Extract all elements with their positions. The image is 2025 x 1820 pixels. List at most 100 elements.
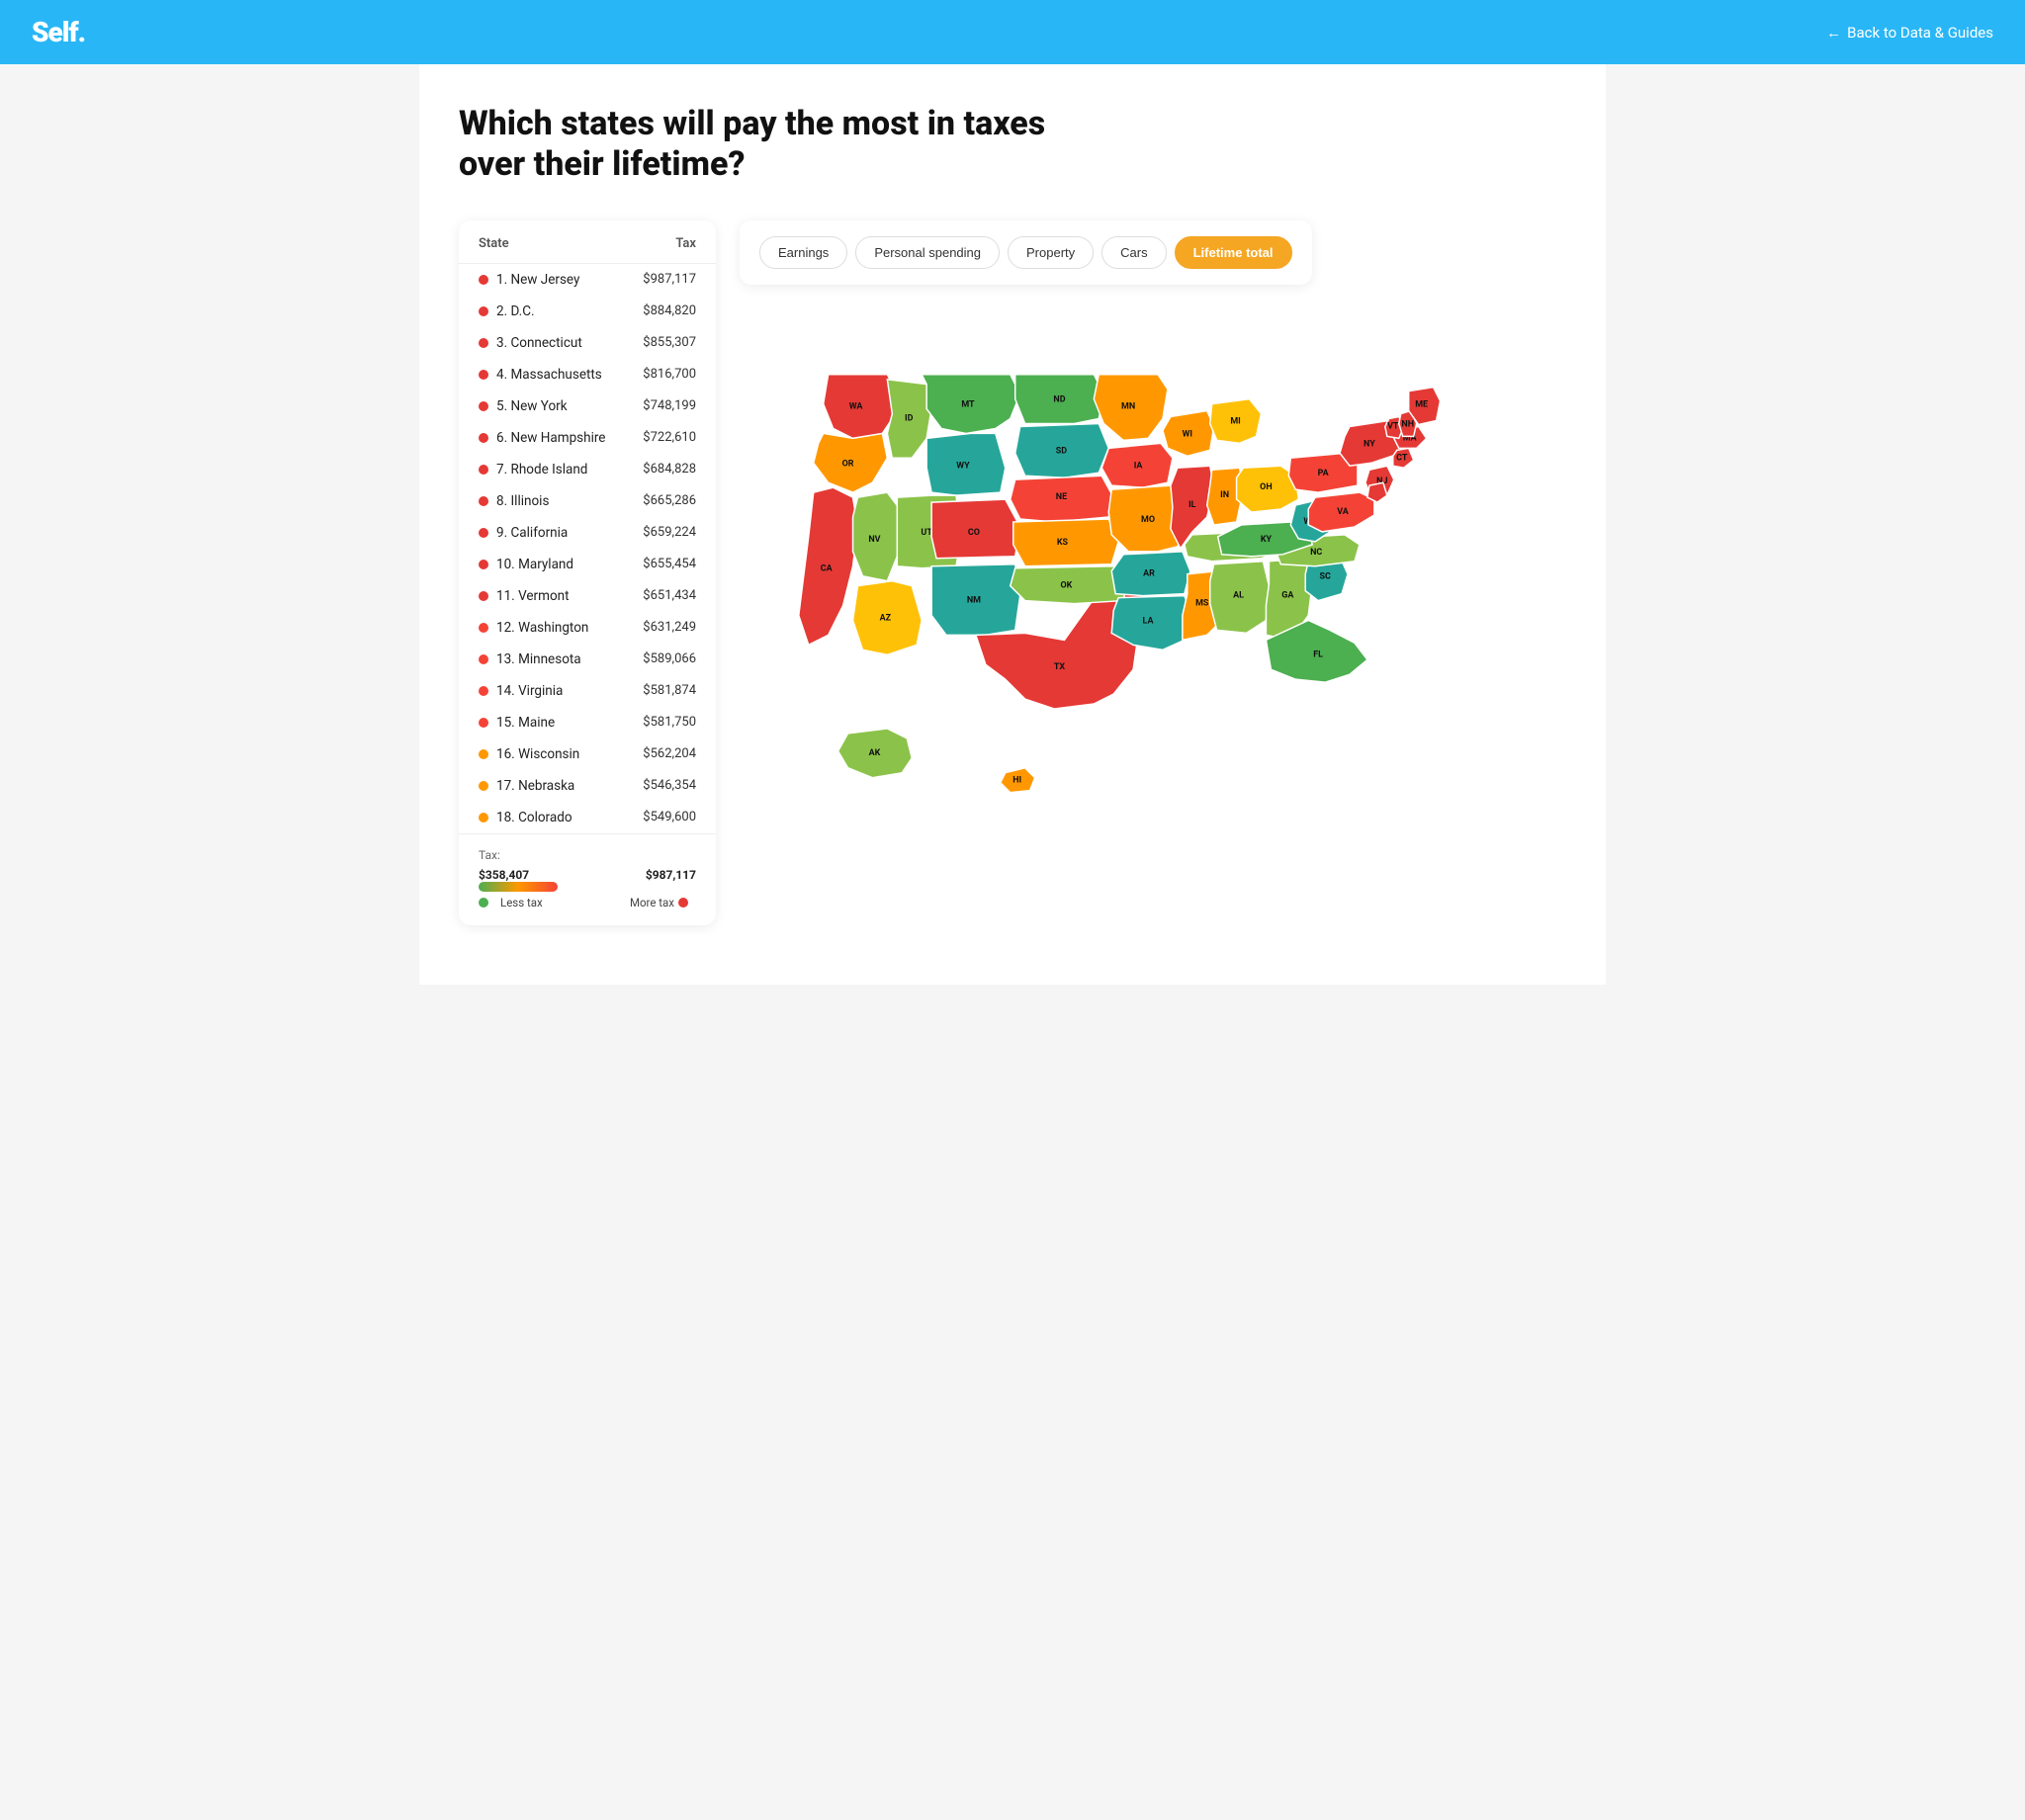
tab-cars[interactable]: Cars <box>1101 236 1166 269</box>
sidebar-item[interactable]: 14. Virginia $581,874 <box>459 675 716 707</box>
tab-personal_spending[interactable]: Personal spending <box>855 236 1000 269</box>
tab-earnings[interactable]: Earnings <box>759 236 847 269</box>
state-name: 9. California <box>496 525 643 541</box>
state-ar[interactable] <box>1111 551 1190 595</box>
sidebar-item[interactable]: 5. New York $748,199 <box>459 390 716 422</box>
tax-value: $748,199 <box>643 398 696 413</box>
tab-property[interactable]: Property <box>1008 236 1094 269</box>
tax-value: $581,750 <box>643 715 696 730</box>
tax-value: $546,354 <box>643 778 696 793</box>
state-name: 6. New Hampshire <box>496 430 643 446</box>
tax-value: $631,249 <box>643 620 696 635</box>
state-mt[interactable] <box>922 374 1020 433</box>
state-nv[interactable] <box>853 492 903 581</box>
state-mn[interactable] <box>1094 374 1168 440</box>
rank-dot <box>479 528 488 538</box>
sidebar-item[interactable]: 11. Vermont $651,434 <box>459 580 716 612</box>
rank-dot <box>479 370 488 380</box>
state-name: 12. Washington <box>496 620 643 636</box>
state-wa[interactable] <box>824 374 898 438</box>
sidebar-list: 1. New Jersey $987,117 2. D.C. $884,820 … <box>459 264 716 833</box>
state-name: 10. Maryland <box>496 557 643 572</box>
legend-dot-row: Less tax More tax <box>479 896 696 910</box>
rank-dot <box>479 654 488 664</box>
header: Self. ← Back to Data & Guides <box>0 0 2025 64</box>
state-name: 17. Nebraska <box>496 778 643 794</box>
state-mi[interactable] <box>1210 398 1262 443</box>
rank-dot <box>479 306 488 316</box>
state-md-de[interactable] <box>1367 482 1387 502</box>
page-title: Which states will pay the most in taxes … <box>459 104 1052 185</box>
sidebar-item[interactable]: 6. New Hampshire $722,610 <box>459 422 716 454</box>
logo: Self. <box>32 16 85 48</box>
sidebar-item[interactable]: 9. California $659,224 <box>459 517 716 549</box>
back-link[interactable]: ← Back to Data & Guides <box>1826 24 1993 42</box>
rank-dot <box>479 813 488 823</box>
state-wy[interactable] <box>926 433 1006 495</box>
sidebar-item[interactable]: 2. D.C. $884,820 <box>459 296 716 327</box>
sidebar-item[interactable]: 15. Maine $581,750 <box>459 707 716 738</box>
state-co[interactable] <box>931 499 1020 559</box>
state-ne[interactable] <box>1011 476 1113 522</box>
state-ct[interactable] <box>1393 448 1414 468</box>
map-area: EarningsPersonal spendingPropertyCars Lif… <box>740 220 1566 925</box>
tax-value: $659,224 <box>643 525 696 540</box>
state-name: 7. Rhode Island <box>496 462 643 477</box>
state-nm[interactable] <box>931 563 1020 635</box>
rank-dot <box>479 401 488 411</box>
more-tax-dot <box>678 898 688 908</box>
state-name: 13. Minnesota <box>496 651 643 667</box>
tax-value: $549,600 <box>643 810 696 824</box>
tax-value: $884,820 <box>643 303 696 318</box>
state-ks[interactable] <box>1013 519 1118 566</box>
sidebar-item[interactable]: 4. Massachusetts $816,700 <box>459 359 716 390</box>
sidebar-item[interactable]: 3. Connecticut $855,307 <box>459 327 716 359</box>
state-az[interactable] <box>853 580 923 654</box>
rank-dot <box>479 433 488 443</box>
state-nd[interactable] <box>1015 374 1104 423</box>
more-tax-label: More tax <box>630 896 674 910</box>
sidebar-item[interactable]: 12. Washington $631,249 <box>459 612 716 644</box>
state-ak[interactable] <box>838 729 913 778</box>
sidebar-item[interactable]: 1. New Jersey $987,117 <box>459 264 716 296</box>
rank-dot <box>479 718 488 728</box>
tax-value: $562,204 <box>643 746 696 761</box>
sidebar-item[interactable]: 16. Wisconsin $562,204 <box>459 738 716 770</box>
tab-lifetime_total[interactable]: Lifetime total <box>1175 236 1292 269</box>
less-tax-label: Less tax <box>500 896 543 910</box>
sidebar-header: State Tax <box>459 236 716 264</box>
state-ia[interactable] <box>1101 443 1173 487</box>
sidebar-item[interactable]: 8. Illinois $665,286 <box>459 485 716 517</box>
state-name: 4. Massachusetts <box>496 367 643 383</box>
rank-dot <box>479 623 488 633</box>
tax-value: $651,434 <box>643 588 696 603</box>
tax-value: $722,610 <box>643 430 696 445</box>
state-id[interactable] <box>887 379 931 458</box>
rank-dot <box>479 591 488 601</box>
sidebar-item[interactable]: 17. Nebraska $546,354 <box>459 770 716 802</box>
state-or[interactable] <box>814 433 888 492</box>
state-hi[interactable] <box>1001 767 1035 792</box>
state-sd[interactable] <box>1015 423 1109 477</box>
rank-dot <box>479 781 488 791</box>
legend-min: $358,407 <box>479 868 529 882</box>
legend-max: $987,117 <box>646 868 696 882</box>
rank-dot <box>479 496 488 506</box>
us-map: WA OR CA ID NV AZ <box>759 320 1546 813</box>
state-ca[interactable] <box>799 487 858 645</box>
rank-dot <box>479 465 488 475</box>
state-name: 14. Virginia <box>496 683 643 699</box>
tax-value: $581,874 <box>643 683 696 698</box>
state-ok[interactable] <box>1011 565 1128 603</box>
rank-dot <box>479 338 488 348</box>
state-al[interactable] <box>1210 561 1270 633</box>
tax-value: $655,454 <box>643 557 696 571</box>
legend: Tax: $358,407 $987,117 Less tax More tax <box>459 833 716 925</box>
sidebar-item[interactable]: 18. Colorado $549,600 <box>459 802 716 833</box>
sidebar-item[interactable]: 7. Rhode Island $684,828 <box>459 454 716 485</box>
state-va[interactable] <box>1308 492 1374 532</box>
sidebar-item[interactable]: 10. Maryland $655,454 <box>459 549 716 580</box>
legend-minmax: $358,407 $987,117 <box>479 868 696 882</box>
state-wi[interactable] <box>1163 410 1214 456</box>
sidebar-item[interactable]: 13. Minnesota $589,066 <box>459 644 716 675</box>
